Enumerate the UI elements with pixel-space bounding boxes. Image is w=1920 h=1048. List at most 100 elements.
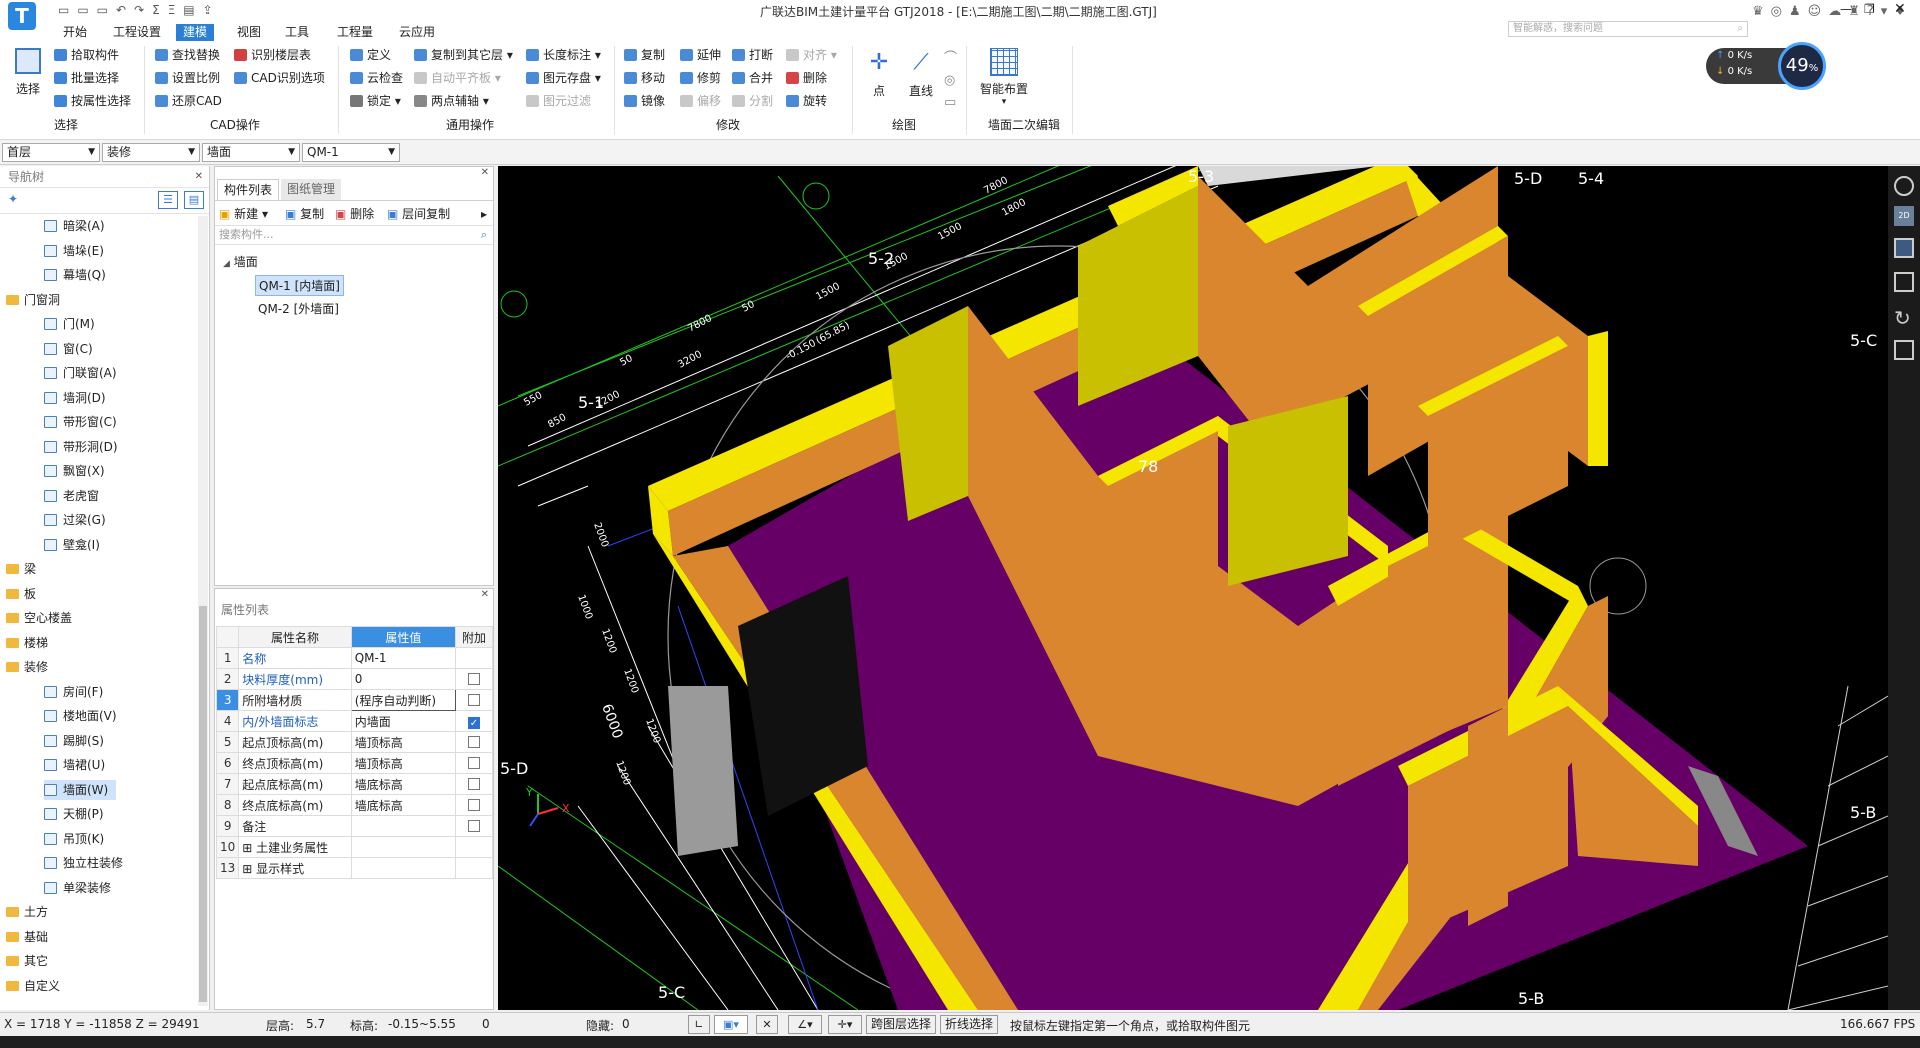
extra-checkbox[interactable]: [467, 694, 480, 706]
break-button[interactable]: 打断: [732, 46, 773, 64]
menu-cloud[interactable]: 云应用: [392, 24, 442, 41]
offset-button[interactable]: 偏移: [680, 92, 721, 110]
property-row[interactable]: 4 内/外墙面标志 内墙面 ✓: [215, 710, 494, 732]
merge-button[interactable]: 合并: [732, 69, 773, 87]
close-button[interactable]: ✕: [1894, 1, 1906, 17]
identify-floor-table-button[interactable]: 识别楼层表: [234, 46, 311, 64]
common-group-label[interactable]: 通用操作: [446, 116, 494, 134]
model-viewport[interactable]: 5-D 5-4 5-3 5-2 5-1 5-C 5-B 5-C 5-D 5-B …: [498, 166, 1888, 1010]
nav-item[interactable]: 墙洞(D): [44, 388, 106, 408]
offset-toggle[interactable]: ✛▾: [828, 1015, 862, 1034]
property-value[interactable]: 墙底标高: [350, 773, 456, 795]
property-value[interactable]: [350, 815, 456, 837]
expand-plus-icon[interactable]: ⊞: [242, 841, 256, 855]
floor-select[interactable]: 首层 ▼: [2, 143, 100, 162]
line-button[interactable]: ⟋ 直线: [904, 50, 938, 99]
extra-checkbox[interactable]: [467, 673, 480, 685]
cross-layer-select-button[interactable]: 跨图层选择: [866, 1015, 937, 1034]
component-search-input[interactable]: 搜索构件... ⌕: [215, 225, 493, 245]
align-button[interactable]: 对齐 ▾: [786, 46, 837, 64]
nav-item[interactable]: 房间(F): [44, 682, 103, 702]
nav-folder[interactable]: 基础: [6, 927, 48, 947]
help-search-input[interactable]: 智能解惑，搜索问题 ⌕: [1508, 21, 1748, 37]
property-row[interactable]: 8 终点底标高(m) 墙底标高: [215, 794, 494, 816]
nav-folder[interactable]: 其它: [6, 951, 48, 971]
mirror-button[interactable]: 镜像: [624, 92, 665, 110]
nav-item[interactable]: 幕墙(Q): [44, 265, 106, 285]
property-row[interactable]: 9 备注: [215, 815, 494, 837]
cross-snap-toggle[interactable]: ✕: [756, 1015, 778, 1034]
nav-item[interactable]: 带形洞(D): [44, 437, 118, 457]
save-elements-button[interactable]: 图元存盘 ▾: [526, 69, 601, 87]
draw-group-label[interactable]: 绘图: [892, 116, 916, 134]
select-group-label[interactable]: 选择: [54, 116, 78, 134]
extra-checkbox[interactable]: [467, 736, 480, 748]
close-icon[interactable]: ✕: [481, 167, 489, 178]
nav-folder[interactable]: 梁: [6, 559, 36, 579]
nav-item[interactable]: 墙面(W): [44, 779, 117, 800]
nav-item[interactable]: 踢脚(S): [44, 731, 104, 751]
extra-checkbox[interactable]: [467, 820, 480, 832]
smart-layout-button[interactable]: 智能布置 ▾: [978, 48, 1030, 107]
batch-select-button[interactable]: 批量选择: [54, 69, 119, 87]
more-icon[interactable]: ▸: [481, 203, 487, 225]
property-value[interactable]: QM-1: [350, 647, 456, 669]
extend-button[interactable]: 延伸: [680, 46, 721, 64]
orbit-tool-icon[interactable]: [1894, 176, 1914, 196]
property-value[interactable]: 内墙面: [350, 710, 456, 732]
nav-item[interactable]: 墙垛(E): [44, 241, 104, 261]
property-row[interactable]: 3 所附墙材质 (程序自动判断): [215, 689, 494, 711]
menu-start[interactable]: 开始: [56, 24, 94, 41]
trim-button[interactable]: 修剪: [680, 69, 721, 87]
nav-item[interactable]: 吊顶(K): [44, 829, 104, 849]
define-button[interactable]: 定义: [350, 46, 391, 64]
extra-checkbox[interactable]: ✓: [467, 717, 480, 729]
network-widget[interactable]: ↑ 0 K/s ↓ 0 K/s 49%: [1706, 42, 1826, 90]
split-button[interactable]: 分割: [732, 92, 773, 110]
cube-view-icon[interactable]: [1894, 272, 1914, 292]
nav-item[interactable]: 过梁(G): [44, 510, 106, 530]
delete-component-button[interactable]: ▣ 删除: [335, 203, 374, 225]
select-by-property-button[interactable]: 按属性选择: [54, 92, 131, 110]
nav-item[interactable]: 窗(C): [44, 339, 93, 359]
component-item-qm1[interactable]: QM-1 [内墙面]: [255, 275, 344, 296]
nav-folder[interactable]: 空心楼盖: [6, 608, 72, 628]
move-button[interactable]: 移动: [624, 69, 665, 87]
property-row[interactable]: 7 起点底标高(m) 墙底标高: [215, 773, 494, 795]
two-point-axis-button[interactable]: 两点辅轴 ▾: [414, 92, 489, 110]
menu-tools[interactable]: 工具: [278, 24, 316, 41]
rotate-view-icon[interactable]: ↻: [1894, 306, 1911, 330]
property-value[interactable]: [350, 836, 456, 858]
property-value[interactable]: 墙顶标高: [350, 731, 456, 753]
angle-toggle[interactable]: ∠▾: [788, 1015, 822, 1034]
property-value[interactable]: 墙顶标高: [350, 752, 456, 774]
nav-folder[interactable]: 楼梯: [6, 633, 48, 653]
component-select[interactable]: QM-1 ▼: [302, 143, 400, 162]
arc-tools[interactable]: ⌒ ◎ ▭: [944, 48, 957, 114]
restore-cad-button[interactable]: 还原CAD: [155, 92, 222, 110]
tab-drawing-manage[interactable]: 图纸管理: [281, 179, 342, 200]
new-component-button[interactable]: ▣ 新建 ▾: [219, 203, 268, 225]
property-row[interactable]: 2 块料厚度(mm) 0: [215, 668, 494, 690]
layer-view-icon[interactable]: [1894, 340, 1914, 360]
close-icon[interactable]: ✕: [195, 166, 203, 188]
nav-item[interactable]: 独立柱装修: [44, 853, 123, 873]
nav-folder[interactable]: 门窗洞: [6, 290, 60, 310]
nav-item[interactable]: 楼地面(V): [44, 706, 117, 726]
ortho-toggle[interactable]: ∟: [688, 1015, 710, 1034]
type-select[interactable]: 墙面 ▼: [202, 143, 300, 162]
nav-item[interactable]: 单梁装修: [44, 878, 111, 898]
menu-quantities[interactable]: 工程量: [330, 24, 380, 41]
rotate-button[interactable]: 旋转: [786, 92, 827, 110]
menu-modeling[interactable]: 建模: [176, 24, 215, 41]
nav-item[interactable]: 墙裙(U): [44, 755, 105, 775]
property-value[interactable]: [350, 857, 456, 879]
expand-icon[interactable]: ✦: [8, 192, 18, 206]
length-dim-button[interactable]: 长度标注 ▾: [526, 46, 601, 64]
nav-item[interactable]: 飘窗(X): [44, 461, 105, 481]
nav-item[interactable]: 门(M): [44, 314, 95, 334]
minimize-button[interactable]: —: [1840, 2, 1852, 16]
nav-scrollbar-thumb[interactable]: [199, 606, 207, 1002]
property-row[interactable]: 6 终点顶标高(m) 墙顶标高: [215, 752, 494, 774]
app-logo[interactable]: T: [8, 2, 36, 30]
